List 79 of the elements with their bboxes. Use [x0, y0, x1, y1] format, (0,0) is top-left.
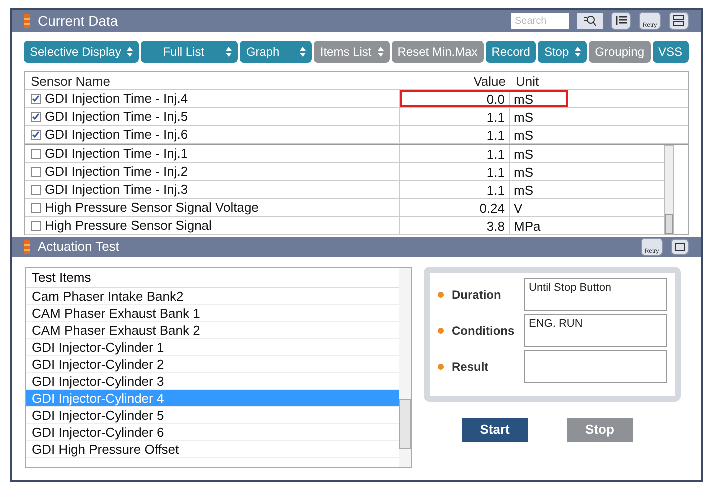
test-item[interactable]: Cam Phaser Intake Bank2: [26, 288, 399, 305]
value-field: Until Stop Button: [524, 278, 667, 311]
flag-icon: [24, 240, 30, 254]
bullet-icon: [438, 328, 444, 334]
unit-cell-text: mS: [513, 182, 534, 198]
search-icon: [583, 15, 597, 27]
test-item[interactable]: GDI Injector-Cylinder 2: [26, 356, 399, 373]
panel-title: Current Data: [38, 12, 120, 30]
spinner-icon: [575, 47, 582, 57]
unit-cell-text: mS: [513, 146, 534, 162]
bullet-icon: [438, 292, 444, 298]
maximize-button[interactable]: [671, 239, 689, 255]
window-icon: [675, 243, 685, 251]
spinner-icon: [300, 47, 306, 57]
value-field: ENG. RUN: [524, 314, 667, 347]
checkbox[interactable]: [31, 202, 41, 212]
column-header: Sensor Name: [30, 73, 112, 89]
test-item[interactable]: GDI Injector-Cylinder 1: [26, 339, 399, 356]
test-item[interactable]: GDI Injector-Cylinder 6: [26, 424, 399, 441]
value-cell: 1.1: [400, 126, 510, 143]
toolbar-button[interactable]: Graph: [240, 41, 312, 63]
unit-cell-text: mS: [513, 164, 534, 180]
action-button[interactable]: Start: [462, 418, 528, 442]
test-item[interactable]: CAM Phaser Exhaust Bank 1: [26, 305, 399, 322]
test-item[interactable]: GDI High Pressure Offset: [26, 441, 399, 458]
unit-cell-text: V: [513, 200, 524, 216]
column-header: Value: [472, 73, 507, 89]
value-cell: 3.8: [400, 217, 510, 234]
checkbox[interactable]: [31, 130, 41, 140]
flag-icon: [24, 14, 30, 28]
test-item[interactable]: CAM Phaser Exhaust Bank 2: [26, 322, 399, 339]
value-cell: 0.24: [400, 199, 510, 216]
bullet-icon: [438, 364, 444, 370]
search-button[interactable]: [577, 13, 603, 29]
sensor-name: GDI Injection Time - Inj.2: [45, 162, 188, 181]
test-item[interactable]: GDI Injector-Cylinder 5: [26, 407, 399, 424]
unit-cell-text: mS: [513, 109, 534, 125]
list-button[interactable]: [611, 12, 631, 30]
checkbox[interactable]: [31, 94, 41, 104]
checkbox[interactable]: [31, 184, 41, 194]
sensor-name: GDI Injection Time - Inj.1: [45, 144, 188, 163]
toolbar-button[interactable]: Full List: [141, 41, 238, 63]
value-cell: 0.0: [400, 90, 510, 107]
sensor-name: GDI Injection Time - Inj.3: [45, 180, 188, 199]
checkbox[interactable]: [31, 148, 41, 158]
field-label: Duration: [452, 286, 502, 304]
sensor-name: High Pressure Sensor Signal: [45, 216, 212, 235]
column-header: Unit: [515, 73, 540, 89]
sensor-name: High Pressure Sensor Signal Voltage: [45, 198, 259, 217]
list-icon: [615, 16, 627, 26]
layout-icon: [673, 15, 685, 27]
scrollbar[interactable]: [664, 145, 674, 235]
toolbar-button[interactable]: Selective Display: [24, 41, 140, 63]
field-label: Result: [452, 358, 490, 376]
sensor-name: GDI Injection Time - Inj.5: [45, 108, 188, 126]
field-label: Conditions: [452, 322, 516, 340]
list-header: Test Items: [26, 268, 399, 288]
value-cell: 1.1: [400, 145, 510, 162]
sensor-name: GDI Injection Time - Inj.6: [45, 126, 188, 144]
value-cell: 1.1: [400, 163, 510, 180]
unit-cell-text: mS: [513, 127, 534, 143]
checkbox[interactable]: [31, 112, 41, 122]
spinner-icon: [226, 47, 232, 57]
unit-cell-text: MPa: [513, 218, 542, 234]
panel-title: Actuation Test: [38, 238, 120, 256]
spinner-icon: [127, 47, 134, 57]
toolbar-button[interactable]: Stop: [538, 41, 588, 63]
spinner-icon: [378, 47, 384, 57]
value-cell: 1.1: [400, 108, 510, 125]
value-cell: 1.1: [400, 181, 510, 198]
toolbar-button[interactable]: VSS: [652, 41, 689, 63]
search-field[interactable]: Search: [511, 13, 569, 29]
checkbox[interactable]: [31, 220, 41, 230]
scrollbar[interactable]: [399, 268, 411, 467]
checkbox[interactable]: [31, 166, 41, 176]
toolbar-button[interactable]: Record: [486, 41, 536, 63]
unit-cell-text: mS: [513, 91, 534, 107]
layout-button[interactable]: [669, 12, 689, 30]
sensor-name: GDI Injection Time - Inj.4: [45, 90, 188, 108]
